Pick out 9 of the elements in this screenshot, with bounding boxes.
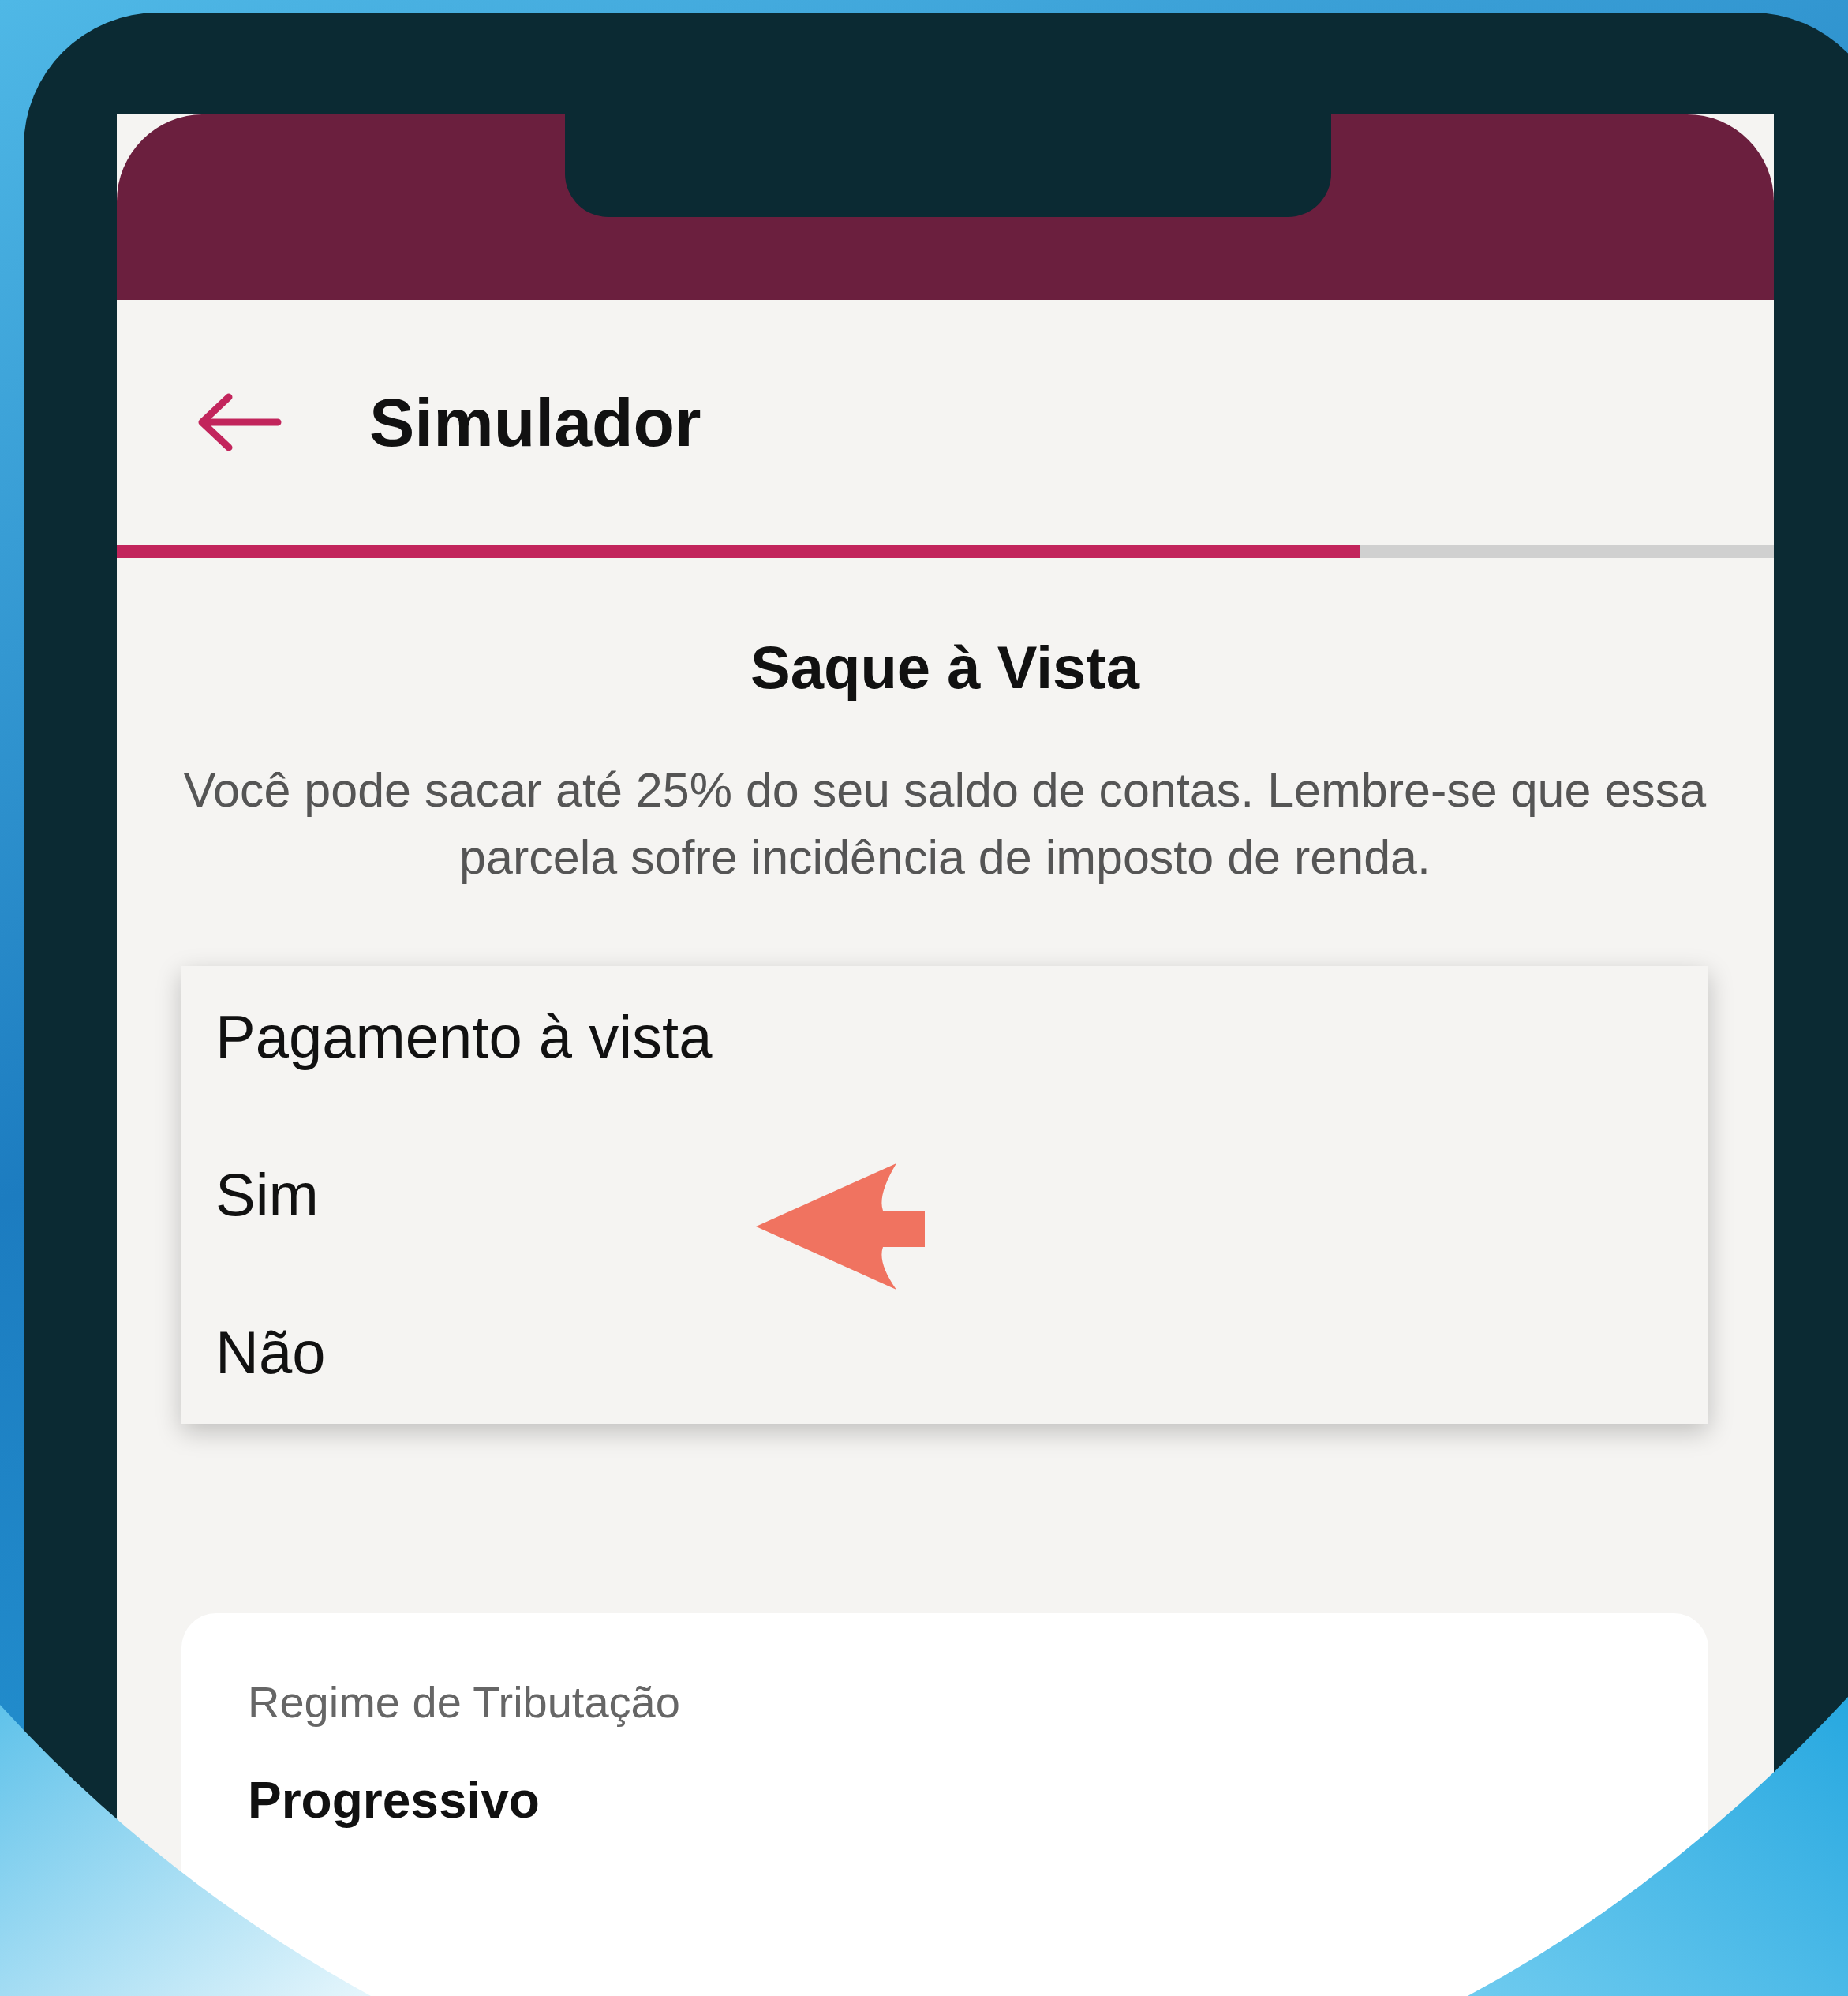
screen-title: Simulador <box>369 383 701 462</box>
left-arrow-icon <box>756 1163 926 1290</box>
menu-option[interactable]: Não <box>215 1313 326 1392</box>
menu-label: Pagamento à vista <box>215 1002 713 1072</box>
menu-option[interactable]: Sim <box>215 1155 319 1234</box>
field-label: Regime de Tributação <box>248 1676 681 1728</box>
section-title: Saque à Vista <box>750 633 1141 702</box>
description-text: Você pode sacar até 25% do seu saldo de contas. Lembre-se que essa parcela sofre incidência de imposto de renda. <box>182 762 1708 886</box>
field-value: Progressivo <box>248 1771 541 1829</box>
